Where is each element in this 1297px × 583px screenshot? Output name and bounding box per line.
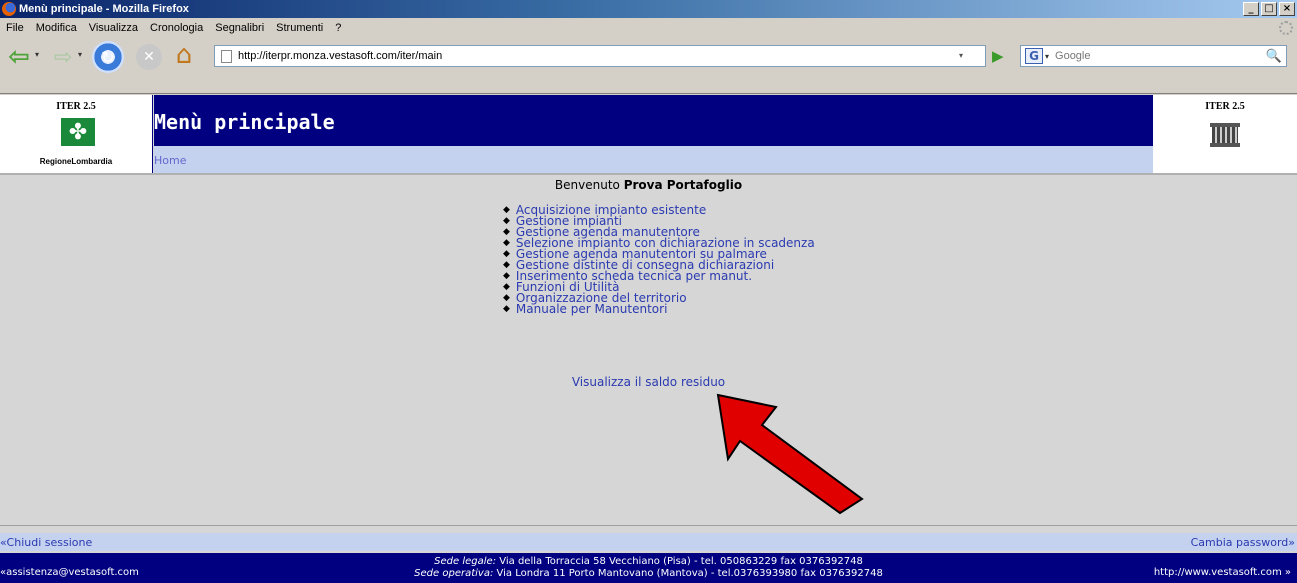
company-address: Sede legale: Via della Torraccia 58 Vecc… xyxy=(0,556,1297,580)
breadcrumb: Home xyxy=(154,145,1153,173)
menu-bar: File Modifica Visualizza Cronologia Segn… xyxy=(0,18,1297,38)
bullet-icon: ◆ xyxy=(503,227,510,237)
change-password-link[interactable]: Cambia password» xyxy=(1191,536,1295,549)
bullet-icon: ◆ xyxy=(503,260,510,270)
search-icon[interactable]: 🔍 xyxy=(1265,48,1283,64)
bullet-icon: ◆ xyxy=(503,238,510,248)
footer: «assistenza@vestasoft.com Sede legale: V… xyxy=(0,553,1297,583)
main-menu-list: ◆ Acquisizione impianto esistente ◆ Gestio… xyxy=(503,204,815,315)
iter-version-label-right: ITER 2.5 xyxy=(1205,101,1245,112)
logout-link[interactable]: «Chiudi sessione xyxy=(0,536,92,549)
menu-help[interactable]: ? xyxy=(329,22,347,34)
window-title: Menù principale - Mozilla Firefox xyxy=(19,3,189,15)
close-button[interactable]: × xyxy=(1279,2,1295,16)
page-icon xyxy=(221,49,232,63)
search-engine-dropdown-icon[interactable]: ▾ xyxy=(1045,52,1049,61)
welcome-prefix: Benvenuto xyxy=(554,178,620,192)
title-bar: Menù principale xyxy=(154,95,1153,145)
menu-link-manuale-manutentori[interactable]: Manuale per Manutentori xyxy=(516,303,667,315)
menu-segnalibri[interactable]: Segnalibri xyxy=(209,22,270,34)
welcome-message: Benvenuto Prova Portafoglio xyxy=(0,178,1297,192)
regione-lombardia-header: ITER 2.5 ✤ RegioneLombardia xyxy=(0,95,153,173)
google-icon[interactable]: G xyxy=(1025,48,1043,64)
reload-icon[interactable]: ↻ xyxy=(92,41,124,73)
list-item: ◆ Manuale per Manutentori xyxy=(503,303,815,315)
bullet-icon: ◆ xyxy=(503,282,510,292)
operative-office-label: Sede operativa: xyxy=(414,568,494,579)
navigation-toolbar: ⇦ ▾ ⇨ ▾ ↻ ✕ ⌂ http://iterpr.monza.vestas… xyxy=(0,38,1297,94)
url-dropdown-icon[interactable]: ▾ xyxy=(959,51,963,60)
bullet-icon: ◆ xyxy=(503,205,510,215)
bullet-icon: ◆ xyxy=(503,249,510,259)
throbber-icon xyxy=(1279,21,1293,35)
session-bar: «Chiudi sessione Cambia password» xyxy=(0,533,1297,551)
welcome-user: Prova Portafoglio xyxy=(623,178,743,192)
back-icon[interactable]: ⇦ xyxy=(4,42,34,72)
menu-cronologia[interactable]: Cronologia xyxy=(144,22,209,34)
page-title: Menù principale xyxy=(154,110,335,134)
bottom-divider xyxy=(0,525,1297,526)
maximize-button[interactable]: □ xyxy=(1261,2,1277,16)
bullet-icon: ◆ xyxy=(503,304,510,314)
firefox-icon xyxy=(2,2,16,16)
back-history-dropdown-icon[interactable]: ▾ xyxy=(35,50,39,59)
regione-lombardia-logo-icon: ✤ xyxy=(61,118,95,146)
operative-office-text: Via Londra 11 Porto Mantovano (Mantova) … xyxy=(496,568,883,579)
menu-modifica[interactable]: Modifica xyxy=(30,22,83,34)
search-bar[interactable]: G ▾ Google 🔍 xyxy=(1020,45,1287,67)
home-icon[interactable]: ⌂ xyxy=(168,40,200,70)
breadcrumb-home-link[interactable]: Home xyxy=(154,154,186,167)
url-bar[interactable]: http://iterpr.monza.vestasoft.com/iter/m… xyxy=(214,45,986,67)
go-icon[interactable]: ▶ xyxy=(992,47,1004,65)
right-header: ITER 2.5 xyxy=(1153,95,1297,173)
red-arrow-annotation-icon xyxy=(716,393,864,515)
columns-logo-icon xyxy=(1210,123,1240,149)
window-title-bar: Menù principale - Mozilla Firefox _ □ × xyxy=(0,0,1297,18)
search-placeholder[interactable]: Google xyxy=(1055,50,1090,62)
web-page: ITER 2.5 ✤ RegioneLombardia Menù princip… xyxy=(0,95,1297,583)
menu-file[interactable]: File xyxy=(0,22,30,34)
stop-icon[interactable]: ✕ xyxy=(136,44,162,70)
bullet-icon: ◆ xyxy=(503,216,510,226)
header-divider xyxy=(0,173,1297,175)
legal-office-label: Sede legale: xyxy=(434,556,497,567)
forward-icon[interactable]: ⇨ xyxy=(50,44,76,70)
company-website-link[interactable]: http://www.vestasoft.com » xyxy=(1154,567,1291,578)
menu-strumenti[interactable]: Strumenti xyxy=(270,22,329,34)
minimize-button[interactable]: _ xyxy=(1243,2,1259,16)
window-controls: _ □ × xyxy=(1243,2,1295,16)
regione-lombardia-text: RegioneLombardia xyxy=(39,157,113,166)
forward-history-dropdown-icon[interactable]: ▾ xyxy=(78,50,82,59)
menu-visualizza[interactable]: Visualizza xyxy=(83,22,144,34)
saldo-residuo-row: Visualizza il saldo residuo xyxy=(0,375,1297,389)
url-text[interactable]: http://iterpr.monza.vestasoft.com/iter/m… xyxy=(238,50,442,62)
iter-version-label: ITER 2.5 xyxy=(56,101,96,112)
bullet-icon: ◆ xyxy=(503,293,510,303)
bullet-icon: ◆ xyxy=(503,271,510,281)
legal-office-text: Via della Torraccia 58 Vecchiano (Pisa) … xyxy=(499,556,863,567)
